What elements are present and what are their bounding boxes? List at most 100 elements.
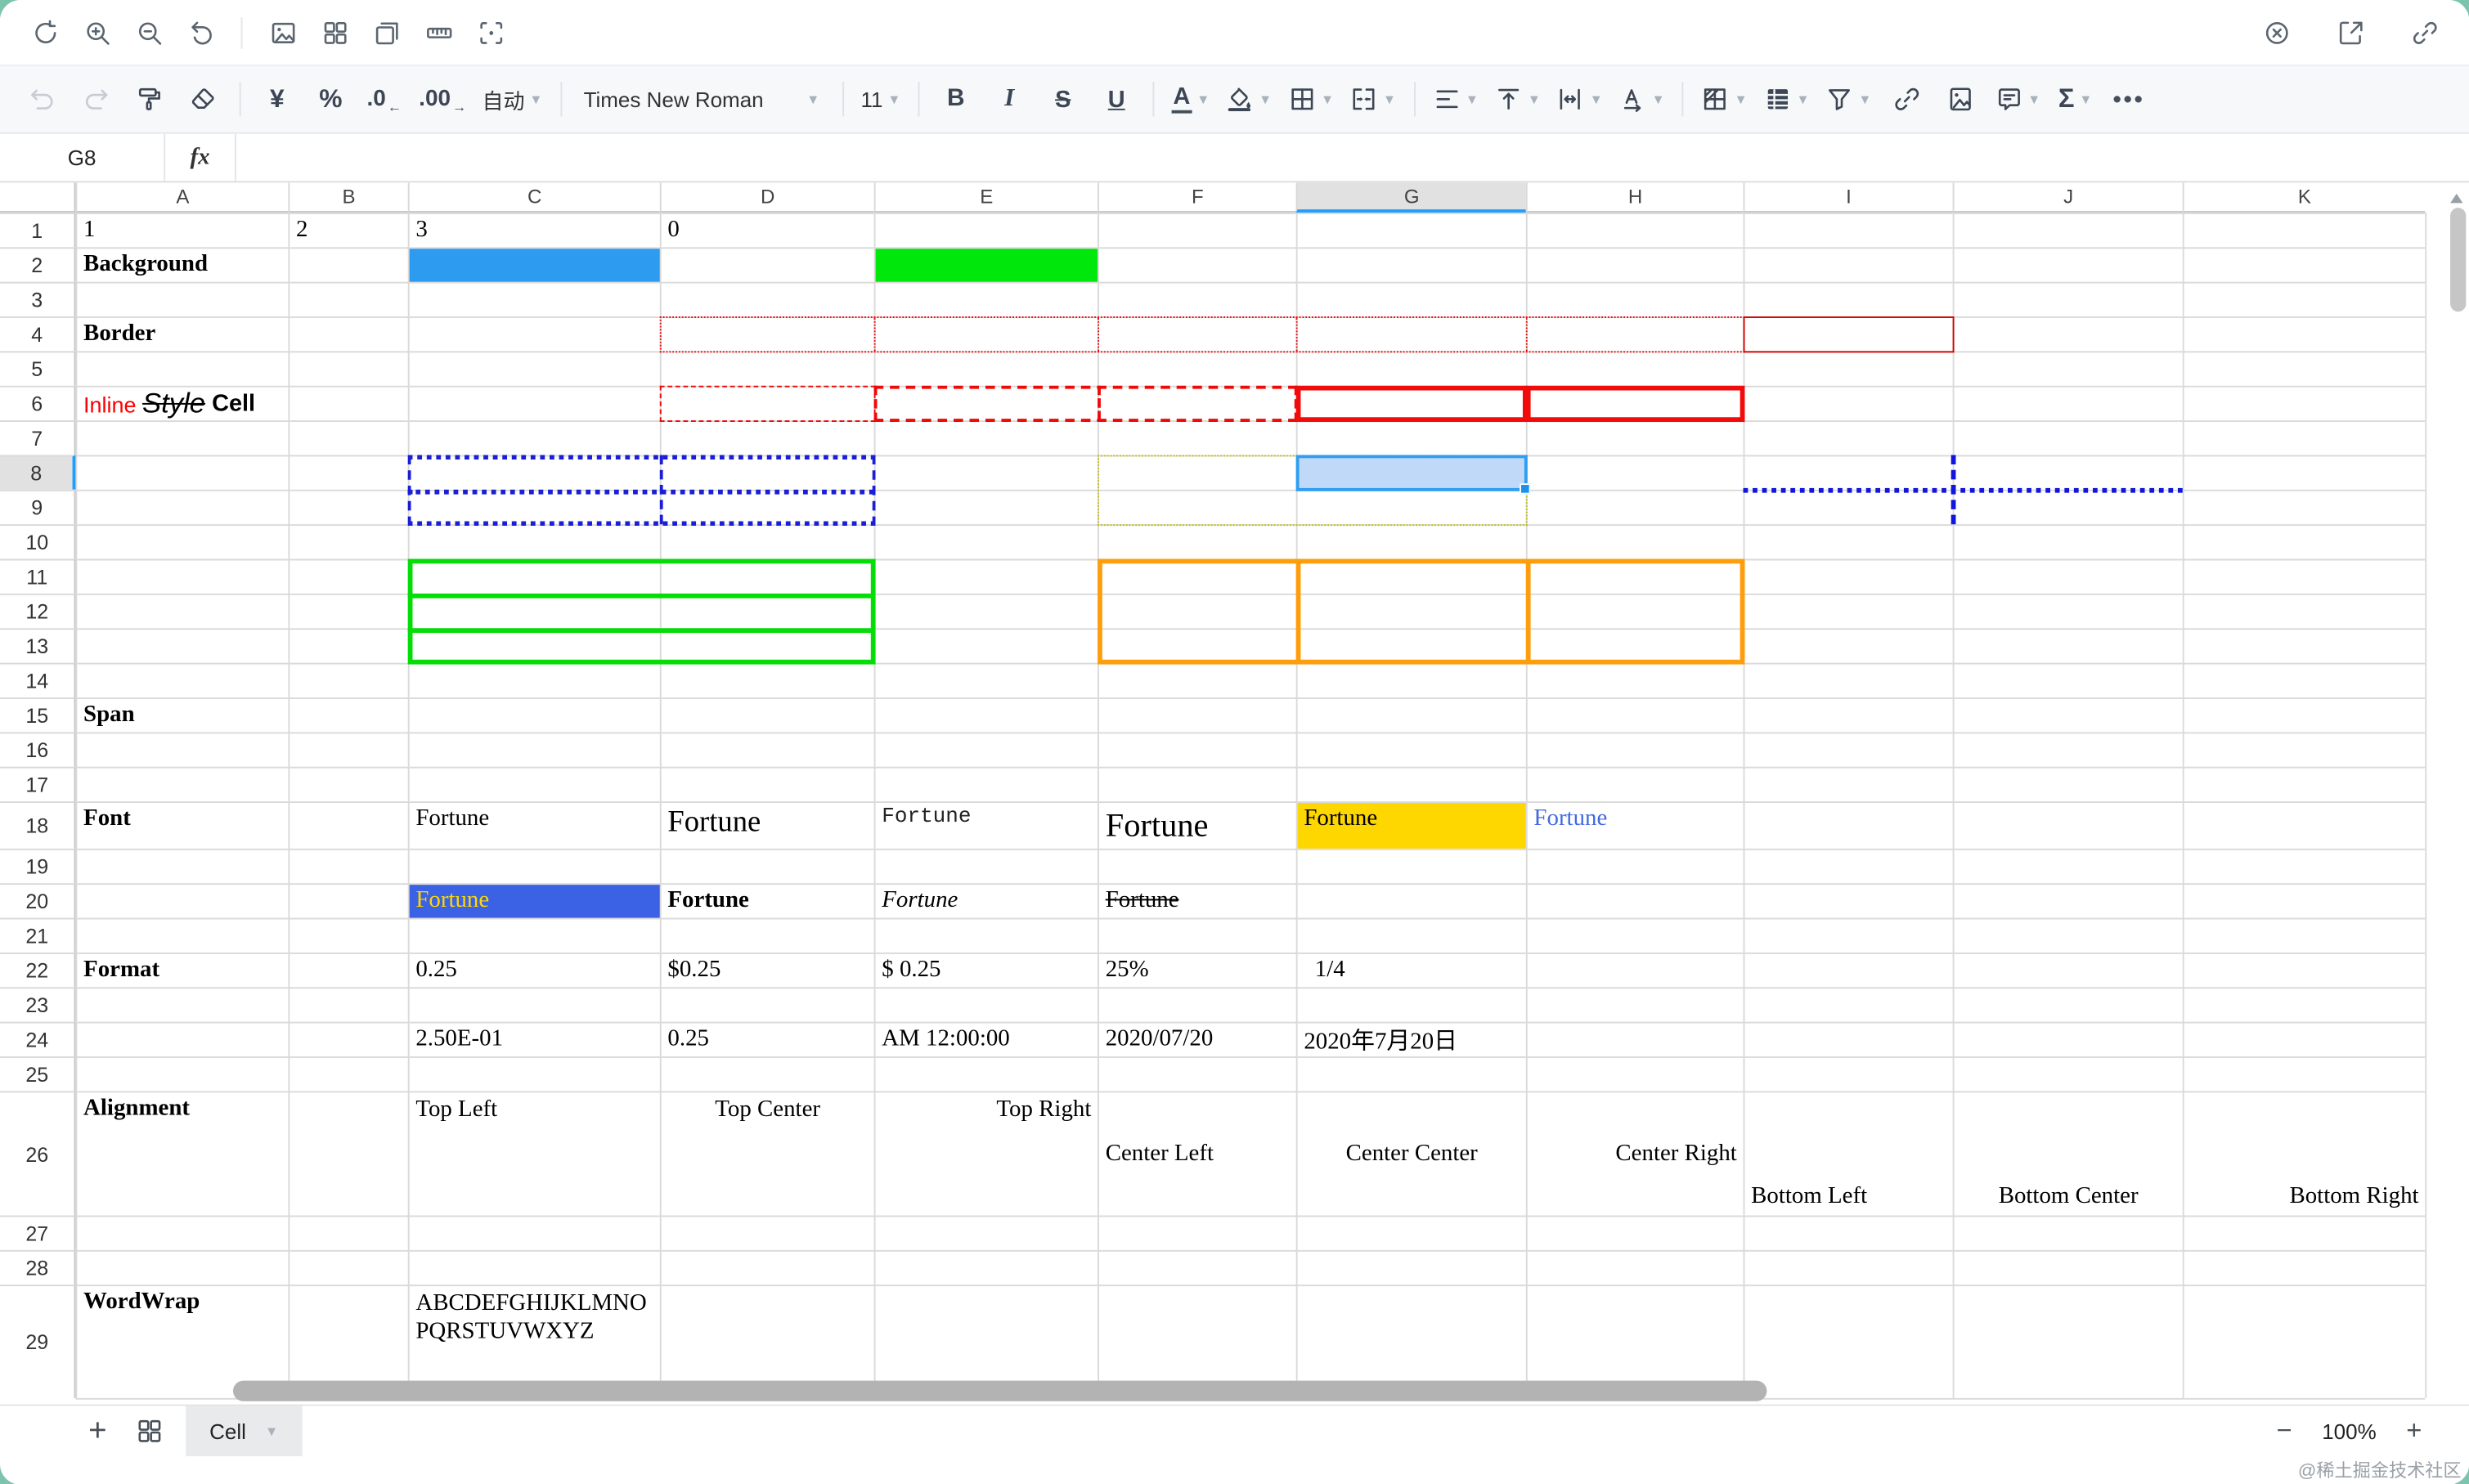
cell-F24[interactable]: 2020/07/20 <box>1099 1024 1296 1056</box>
cell-I26[interactable]: Bottom Left <box>1744 1092 1952 1215</box>
column-header-G[interactable]: G <box>1296 182 1526 213</box>
cell-D26[interactable]: Top Center <box>662 1092 874 1215</box>
cell-A4[interactable]: Border <box>77 318 288 351</box>
column-header-A[interactable]: A <box>75 182 288 213</box>
row-header-12[interactable]: 12 <box>0 594 75 628</box>
cell-K26[interactable]: Bottom Right <box>2184 1092 2426 1215</box>
cell-C1[interactable]: 3 <box>410 214 660 247</box>
cell-D24[interactable]: 0.25 <box>662 1024 874 1056</box>
sum-button[interactable]: Σ▼ <box>2049 75 2102 123</box>
text-rotate-icon[interactable]: ▼ <box>1610 75 1672 123</box>
ruler-icon[interactable] <box>412 7 465 59</box>
cell-B1[interactable]: 2 <box>290 214 407 247</box>
row-header-15[interactable]: 15 <box>0 697 75 732</box>
borders-icon[interactable]: ▼ <box>1280 75 1342 123</box>
cell-G22[interactable]: 1/4 <box>1298 954 1526 987</box>
hyperlink-icon[interactable] <box>2399 7 2451 59</box>
filter-icon[interactable]: ▼ <box>1817 75 1879 123</box>
cell-F26[interactable]: Center Left <box>1099 1092 1296 1215</box>
cell-C24[interactable]: 2.50E-01 <box>410 1024 660 1056</box>
cell-F22[interactable]: 25% <box>1099 954 1296 987</box>
percent-button[interactable]: % <box>304 75 357 123</box>
cell-A22[interactable]: Format <box>77 954 288 987</box>
row-header-20[interactable]: 20 <box>0 883 75 917</box>
cell-D18[interactable]: Fortune <box>662 803 874 849</box>
cell-A2[interactable]: Background <box>77 249 288 281</box>
cell-E18[interactable]: Fortune <box>876 803 1098 849</box>
font-size-select[interactable]: 11▼ <box>853 75 909 123</box>
more-button[interactable]: ••• <box>2102 75 2155 123</box>
row-header-18[interactable]: 18 <box>0 801 75 849</box>
row-header-27[interactable]: 27 <box>0 1215 75 1249</box>
selection-fill-handle[interactable] <box>1520 483 1530 494</box>
cell-D1[interactable]: 0 <box>662 214 874 247</box>
increase-decimal-button[interactable]: .00→ <box>411 75 474 123</box>
cell-C2[interactable] <box>410 249 660 281</box>
undo-icon[interactable] <box>16 75 69 123</box>
cell-C22[interactable]: 0.25 <box>410 954 660 987</box>
row-header-21[interactable]: 21 <box>0 918 75 953</box>
row-header-2[interactable]: 2 <box>0 247 75 281</box>
scroll-up-icon[interactable] <box>2450 187 2462 203</box>
cell-E20[interactable]: Fortune <box>876 885 1098 917</box>
screenshot-icon[interactable] <box>465 7 517 59</box>
select-all-corner[interactable] <box>0 182 75 213</box>
row-header-17[interactable]: 17 <box>0 767 75 801</box>
number-format-select[interactable]: 自动▼ <box>474 75 550 123</box>
conditional-format-icon[interactable]: ▼ <box>1755 75 1817 123</box>
currency-button[interactable]: ¥ <box>250 75 303 123</box>
row-header-23[interactable]: 23 <box>0 987 75 1021</box>
cell-F18[interactable]: Fortune <box>1099 803 1296 849</box>
clear-format-icon[interactable] <box>177 75 230 123</box>
cell-E22[interactable]: $ 0.25 <box>876 954 1098 987</box>
image-icon[interactable] <box>1933 75 1986 123</box>
format-painter-icon[interactable] <box>123 75 176 123</box>
link-icon[interactable] <box>1879 75 1933 123</box>
formula-input[interactable] <box>236 134 2469 182</box>
column-header-F[interactable]: F <box>1098 182 1296 213</box>
zoom-out-icon[interactable] <box>123 7 175 59</box>
fill-color-icon[interactable]: ▼ <box>1218 75 1280 123</box>
column-header-D[interactable]: D <box>660 182 874 213</box>
copy-stack-icon[interactable] <box>361 7 413 59</box>
bold-button[interactable]: B <box>929 75 982 123</box>
cell-D20[interactable]: Fortune <box>662 885 874 917</box>
cell-D22[interactable]: $0.25 <box>662 954 874 987</box>
cell-C26[interactable]: Top Left <box>410 1092 660 1215</box>
row-header-25[interactable]: 25 <box>0 1056 75 1091</box>
cell-A6[interactable]: Inline Style Cell <box>77 388 288 420</box>
layout-grid-icon[interactable] <box>308 7 361 59</box>
cell-G18[interactable]: Fortune <box>1298 803 1526 849</box>
column-header-B[interactable]: B <box>288 182 407 213</box>
row-header-11[interactable]: 11 <box>0 559 75 594</box>
column-header-J[interactable]: J <box>1953 182 2183 213</box>
italic-button[interactable]: I <box>983 75 1036 123</box>
row-header-24[interactable]: 24 <box>0 1022 75 1056</box>
zoom-level[interactable]: 100% <box>2322 1419 2376 1443</box>
redo-icon[interactable] <box>70 75 123 123</box>
decrease-decimal-button[interactable]: .0← <box>357 75 411 123</box>
insert-image-icon[interactable] <box>257 7 309 59</box>
row-header-6[interactable]: 6 <box>0 386 75 420</box>
column-header-C[interactable]: C <box>408 182 660 213</box>
close-icon[interactable] <box>2251 7 2303 59</box>
cell-J26[interactable]: Bottom Center <box>1955 1092 2183 1215</box>
column-header-K[interactable]: K <box>2183 182 2426 213</box>
cell-E2[interactable] <box>876 249 1098 281</box>
row-header-19[interactable]: 19 <box>0 849 75 883</box>
font-color-button[interactable]: A▼ <box>1164 75 1218 123</box>
cell-A1[interactable]: 1 <box>77 214 288 247</box>
cell-G24[interactable]: 2020年7月20日 <box>1298 1024 1526 1056</box>
rotate-icon[interactable] <box>175 7 227 59</box>
zoom-in-icon[interactable] <box>71 7 123 59</box>
cell-H26[interactable]: Center Right <box>1528 1092 1744 1215</box>
row-header-22[interactable]: 22 <box>0 953 75 987</box>
cell-F20[interactable]: Fortune <box>1099 885 1296 917</box>
add-sheet-button[interactable]: + <box>79 1413 116 1449</box>
cell-A18[interactable]: Font <box>77 803 288 849</box>
row-header-4[interactable]: 4 <box>0 316 75 351</box>
row-header-29[interactable]: 29 <box>0 1284 75 1398</box>
merge-cells-icon[interactable]: ▼ <box>1342 75 1404 123</box>
sheet-list-icon[interactable] <box>136 1417 164 1446</box>
cell-A26[interactable]: Alignment <box>77 1092 288 1215</box>
